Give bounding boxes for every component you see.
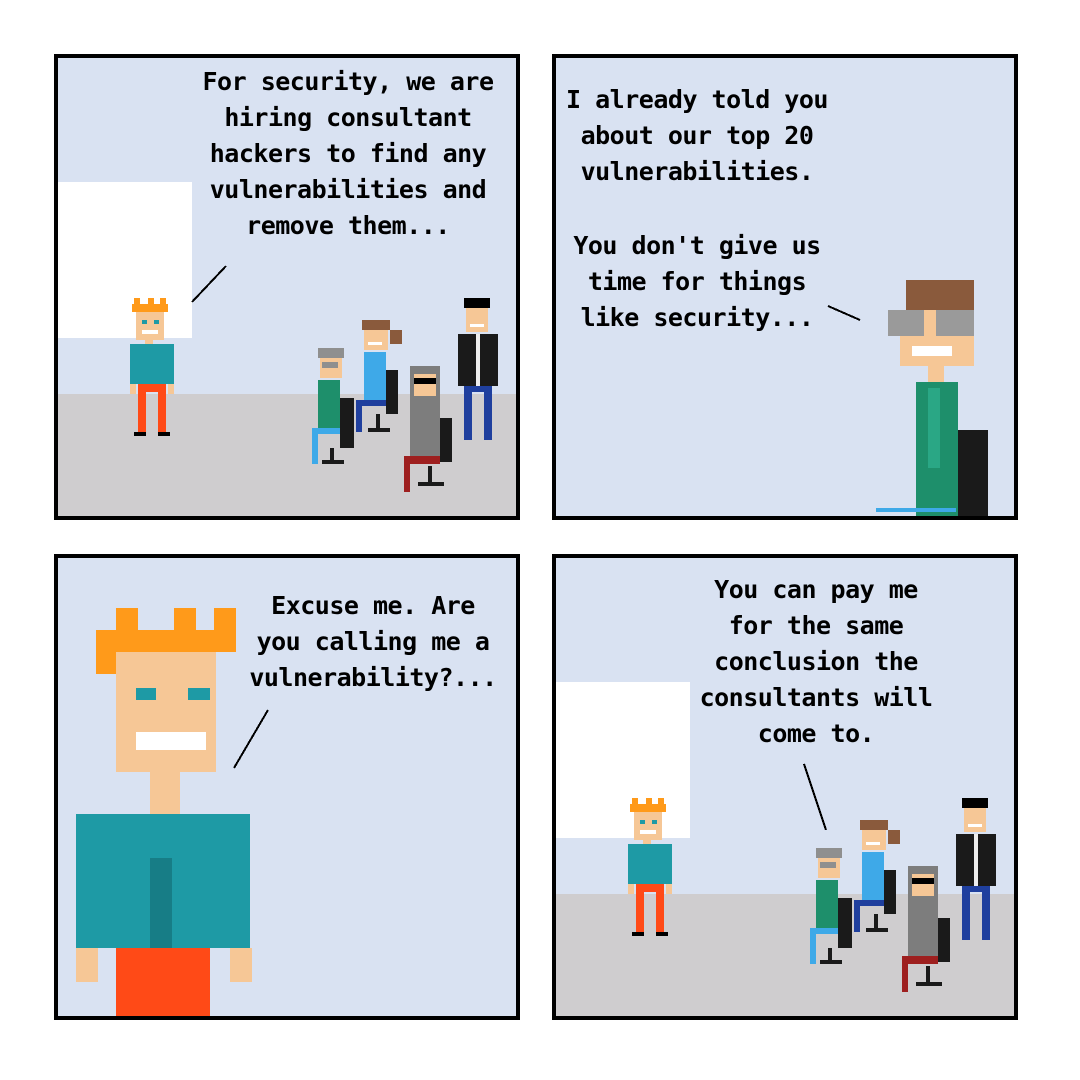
speech-tail xyxy=(827,305,861,321)
boss-character xyxy=(628,798,672,936)
comic-panel-2: I already told you about our top 20 vuln… xyxy=(552,54,1018,520)
hooded-hacker xyxy=(902,866,950,992)
speech-tail xyxy=(803,763,827,831)
scene-drawing xyxy=(130,265,498,492)
scene-drawing xyxy=(628,763,996,992)
standing-hacker xyxy=(458,298,498,440)
seated-employee-ponytail xyxy=(356,320,402,432)
seated-employee-ponytail xyxy=(854,820,900,932)
hooded-hacker xyxy=(404,366,452,492)
speech-tail xyxy=(233,709,269,769)
comic-panel-1: For security, we are hiring consultant h… xyxy=(54,54,520,520)
boss-closeup xyxy=(76,608,252,1016)
employee-closeup xyxy=(876,280,988,516)
speech-tail xyxy=(191,265,227,303)
comic-panel-4: You can pay me for the same conclusion t… xyxy=(552,554,1018,1020)
seated-employee-grey xyxy=(810,848,852,964)
scene-drawing xyxy=(76,608,269,1016)
comic-panel-3: Excuse me. Are you calling me a vulnerab… xyxy=(54,554,520,1020)
standing-hacker xyxy=(956,798,996,940)
seated-employee-grey xyxy=(312,348,354,464)
scene-drawing xyxy=(827,280,988,516)
boss-character xyxy=(130,298,174,436)
